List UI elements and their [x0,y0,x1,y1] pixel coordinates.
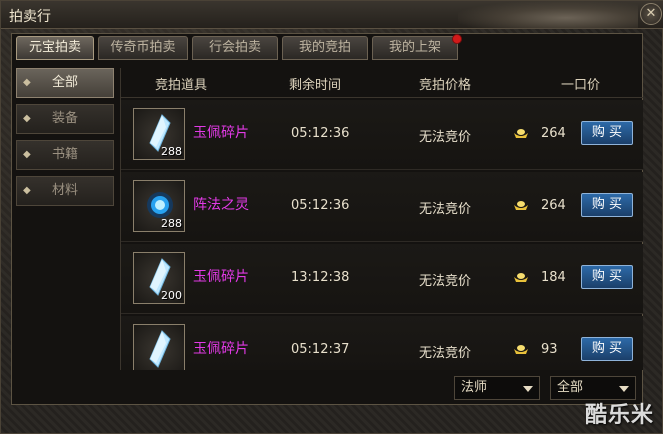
table-row[interactable]: 288 阵法之灵 05:12:36 无法竞价 264 购 买 [121,172,643,242]
tab-coin-auction[interactable]: 传奇币拍卖 [98,36,188,60]
category-books[interactable]: ◆ 书籍 [16,140,114,170]
class-filter-dropdown[interactable]: 法师 [454,376,540,400]
close-icon: ✕ [645,6,657,21]
item-slot[interactable]: 200 [133,252,185,304]
auction-table: 竞拍道具 剩余时间 竞拍价格 一口价 288 玉佩碎片 05:12:36 无法竞… [120,68,643,370]
tab-my-listings[interactable]: 我的上架 [372,34,462,60]
notification-badge [452,34,462,44]
bid-price: 无法竞价 [419,274,472,289]
dragon-ornament-icon [458,1,638,29]
category-equipment[interactable]: ◆ 装备 [16,104,114,134]
bullet-icon: ◆ [23,149,31,160]
category-all[interactable]: ◆ 全部 [16,68,114,98]
gold-ingot-icon [514,201,528,210]
bullet-icon: ◆ [23,113,31,124]
bullet-icon: ◆ [23,77,31,88]
item-name: 玉佩碎片 [193,269,249,285]
gold-ingot-icon [514,129,528,138]
auction-window: 拍卖行 ✕ 元宝拍卖 传奇币拍卖 行会拍卖 我的竞拍 我的上架 ◆ 全部 ◆ 装… [0,0,663,434]
table-header: 竞拍道具 剩余时间 竞拍价格 一口价 [121,68,643,98]
item-name: 阵法之灵 [193,197,249,213]
item-name: 玉佩碎片 [193,125,249,141]
gold-ingot-icon [514,345,528,354]
category-materials[interactable]: ◆ 材料 [16,176,114,206]
tab-ingot-auction[interactable]: 元宝拍卖 [16,36,94,60]
table-row[interactable]: 200 玉佩碎片 13:12:38 无法竞价 184 购 买 [121,244,643,314]
window-title: 拍卖行 [9,9,51,25]
buy-button[interactable]: 购 买 [581,193,633,217]
buyout-price: 184 [541,270,566,285]
item-slot[interactable]: 288 [133,180,185,232]
item-slot[interactable] [133,324,185,370]
item-slot[interactable]: 288 [133,108,185,160]
header-bid: 竞拍价格 [419,78,472,93]
buy-button[interactable]: 购 买 [581,265,633,289]
table-row[interactable]: 288 玉佩碎片 05:12:36 无法竞价 264 购 买 [121,100,643,170]
buy-button[interactable]: 购 买 [581,337,633,361]
time-remaining: 05:12:36 [291,126,350,141]
crystal-shard-icon [149,330,171,368]
chevron-down-icon [619,386,629,392]
chevron-down-icon [523,386,533,392]
header-buyout: 一口价 [561,78,601,93]
title-bar[interactable]: 拍卖行 ✕ [1,1,663,29]
buyout-price: 264 [541,126,566,141]
auction-panel: 元宝拍卖 传奇币拍卖 行会拍卖 我的竞拍 我的上架 ◆ 全部 ◆ 装备 ◆ 书籍… [11,33,643,405]
bullet-icon: ◆ [23,185,31,196]
time-remaining: 05:12:37 [291,342,350,357]
time-remaining: 05:12:36 [291,198,350,213]
tab-guild-auction[interactable]: 行会拍卖 [192,36,278,60]
bid-price: 无法竞价 [419,202,472,217]
tab-my-bids[interactable]: 我的竞拍 [282,36,368,60]
close-button[interactable]: ✕ [640,3,662,25]
buy-button[interactable]: 购 买 [581,121,633,145]
gold-ingot-icon [514,273,528,282]
header-item: 竞拍道具 [155,78,208,93]
bid-price: 无法竞价 [419,130,472,145]
buyout-price: 93 [541,342,558,357]
watermark-logo: 酷乐米 [584,403,654,428]
time-remaining: 13:12:38 [291,270,350,285]
header-time: 剩余时间 [289,78,342,93]
buyout-price: 264 [541,198,566,213]
bid-price: 无法竞价 [419,346,472,361]
item-name: 玉佩碎片 [193,341,249,357]
filter-bar: 法师 全部 [12,372,642,404]
table-row[interactable]: 玉佩碎片 05:12:37 无法竞价 93 购 买 [121,316,643,370]
